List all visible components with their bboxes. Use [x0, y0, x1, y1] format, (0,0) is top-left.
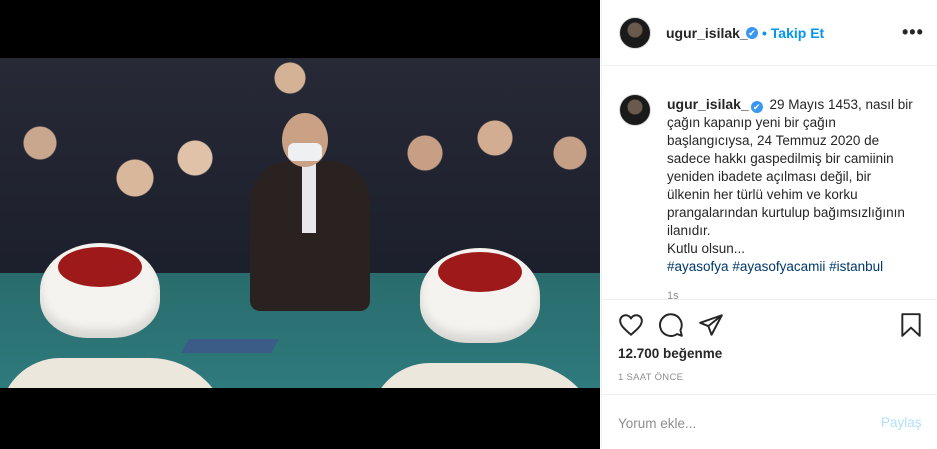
post-details-panel: ugur_isilak_ ✔ • Takip Et ••• ugur_isila…: [601, 0, 937, 449]
post-timestamp[interactable]: 1 SAAT ÖNCE: [618, 372, 683, 383]
caption-avatar[interactable]: [619, 94, 651, 126]
comment-input[interactable]: [618, 413, 868, 433]
follow-label: Takip Et: [770, 25, 825, 41]
imam-left: [0, 243, 230, 388]
verified-badge-icon: ✔: [750, 101, 763, 113]
username-link[interactable]: ugur_isilak_: [666, 25, 748, 41]
caption-username-link[interactable]: ugur_isilak_: [667, 96, 749, 112]
heart-icon[interactable]: [618, 312, 644, 338]
verified-badge-icon: ✔: [746, 27, 758, 39]
comment-form: Paylaş: [602, 394, 937, 449]
post-media[interactable]: [0, 0, 600, 449]
avatar[interactable]: [619, 17, 651, 49]
share-icon[interactable]: [698, 312, 724, 338]
kneeling-man: [250, 113, 370, 313]
caption-text: 29 Mayıs 1453, nasıl bir çağın kapanıp y…: [667, 97, 913, 238]
imam-right: [370, 248, 600, 388]
prayer-rug: [180, 339, 280, 353]
post-header: ugur_isilak_ ✔ • Takip Et •••: [602, 0, 937, 66]
hashtag-link[interactable]: #istanbul: [829, 259, 883, 274]
comment-icon[interactable]: [658, 312, 684, 338]
video-frame[interactable]: [0, 58, 600, 388]
hashtag-link[interactable]: #ayasofyacamii: [732, 259, 825, 274]
hashtag-link[interactable]: #ayasofya: [667, 259, 729, 274]
caption-time: 1s: [667, 290, 679, 299]
bookmark-icon[interactable]: [898, 312, 924, 338]
follow-separator: •: [762, 25, 767, 41]
caption: ugur_isilak_ ✔ 29 Mayıs 1453, nasıl bir ç…: [667, 95, 917, 276]
caption-section: ugur_isilak_ ✔ 29 Mayıs 1453, nasıl bir ç…: [602, 67, 937, 299]
action-bar: 12.700 beğenme 1 SAAT ÖNCE: [602, 299, 937, 407]
caption-closing: Kutlu olsun...: [667, 241, 746, 256]
likes-count[interactable]: 12.700 beğenme: [618, 346, 722, 361]
follow-button[interactable]: • Takip Et: [762, 25, 824, 41]
more-options-icon[interactable]: •••: [902, 22, 924, 43]
hashtags: #ayasofya #ayasofyacamii #istanbul: [667, 259, 883, 274]
post-comment-button[interactable]: Paylaş: [881, 415, 922, 430]
